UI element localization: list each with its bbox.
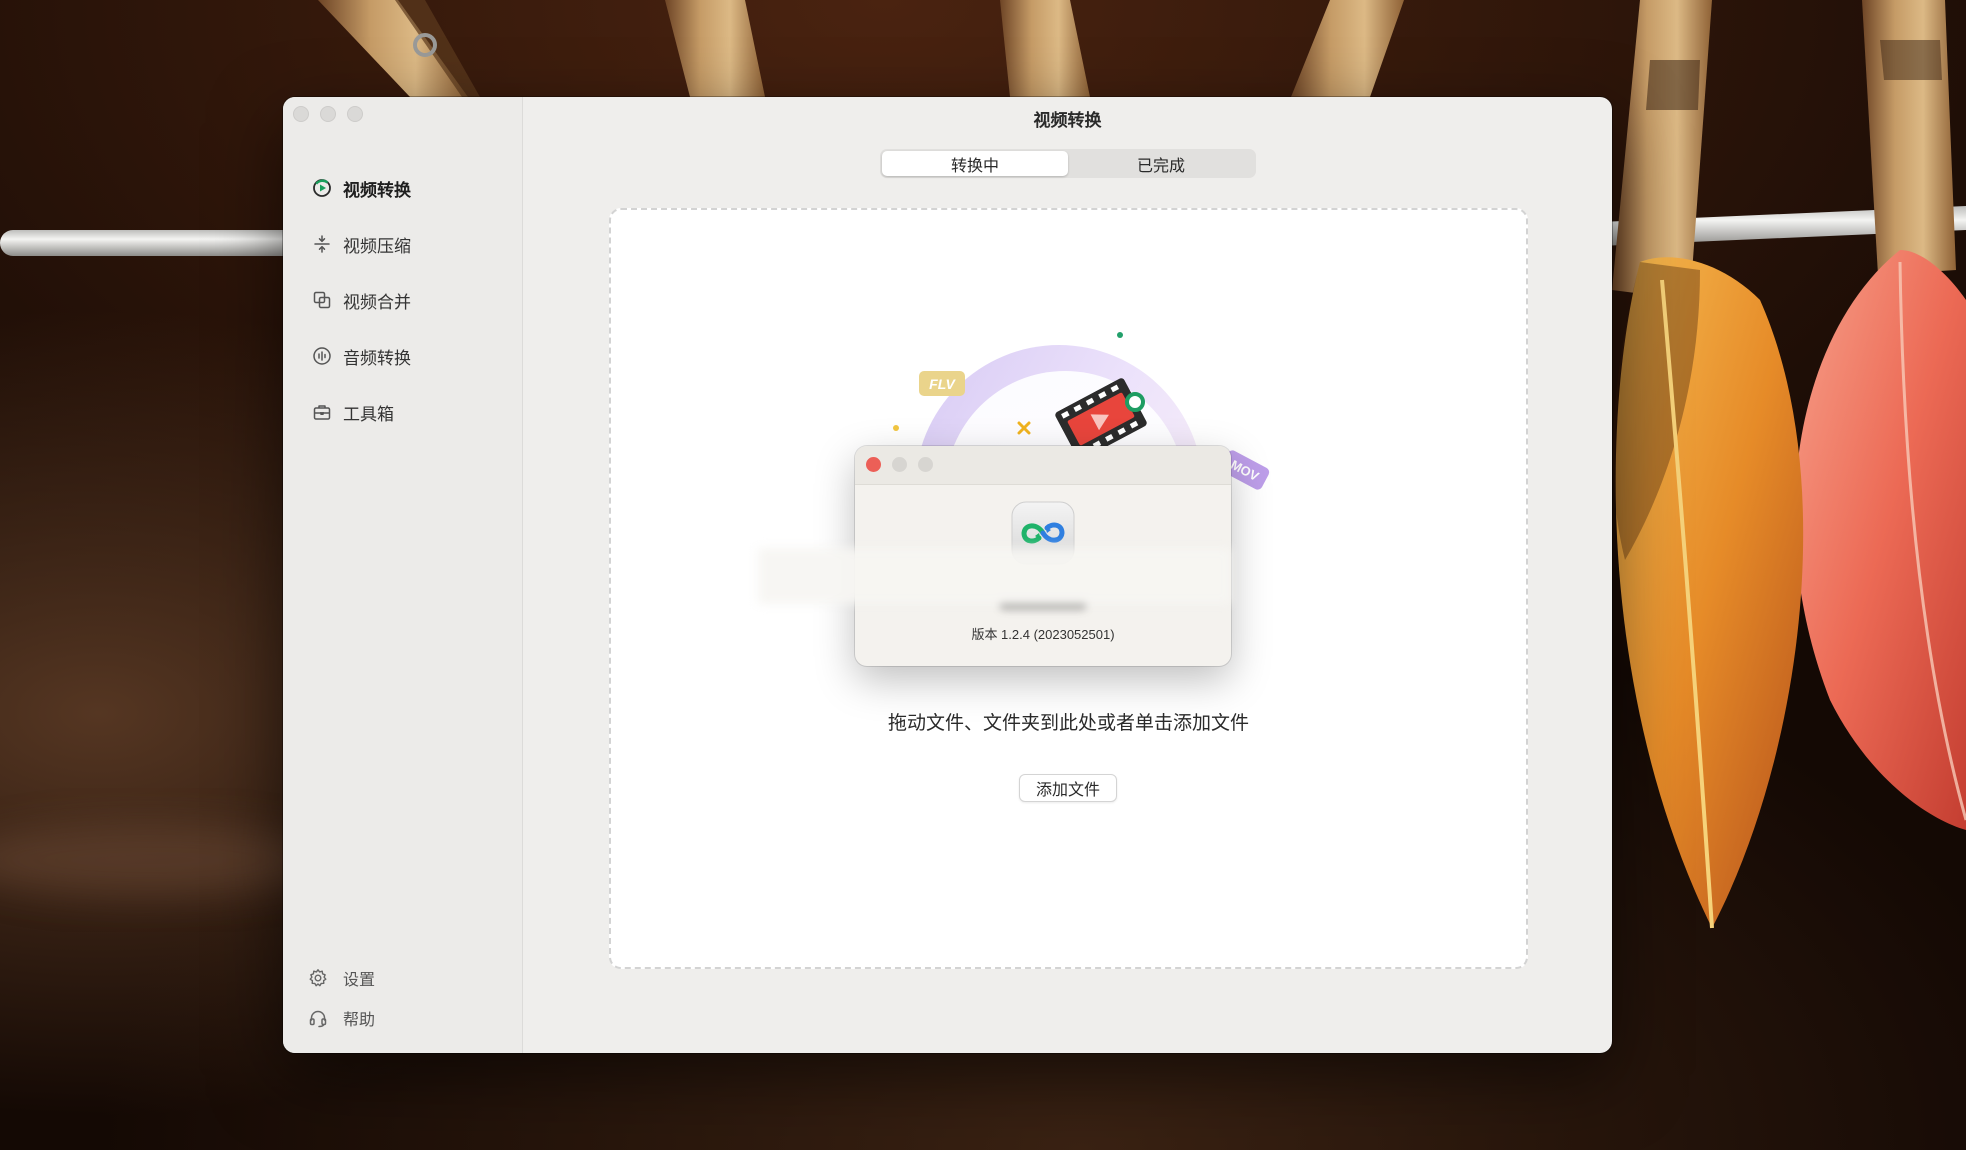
tab-converting[interactable]: 转换中 <box>882 151 1068 176</box>
about-dialog-controls <box>866 457 933 472</box>
close-window-button[interactable] <box>293 106 309 122</box>
merge-icon <box>312 290 332 310</box>
audio-convert-icon <box>312 346 332 366</box>
sidebar-item-label: 视频压缩 <box>343 236 411 256</box>
sidebar-item-label: 音频转换 <box>343 348 411 368</box>
settings-button[interactable]: 设置 <box>283 962 522 994</box>
sidebar-nav: 视频转换 视频压缩 视频合并 音频转换 工具箱 <box>283 168 522 448</box>
drop-hint: 拖动文件、文件夹到此处或者单击添加文件 <box>887 713 1249 734</box>
sidebar-item-video-convert[interactable]: 视频转换 <box>283 168 522 208</box>
settings-label: 设置 <box>343 972 376 989</box>
yellow-dot-decoration <box>893 425 899 431</box>
sidebar-item-video-merge[interactable]: 视频合并 <box>283 280 522 320</box>
sidebar-item-video-compress[interactable]: 视频压缩 <box>283 224 522 264</box>
main-pane: 视频转换 转换中 已完成 FLV MOV 版本 1.2.4 (202305250… <box>523 97 1612 1053</box>
sidebar-item-toolbox[interactable]: 工具箱 <box>283 392 522 432</box>
headset-icon <box>308 1008 328 1028</box>
sidebar-item-audio-convert[interactable]: 音频转换 <box>283 336 522 376</box>
sidebar: 视频转换 视频压缩 视频合并 音频转换 工具箱 设置 帮助 <box>283 97 523 1053</box>
green-dot-decoration <box>1117 332 1123 338</box>
help-label: 帮助 <box>343 1012 376 1029</box>
sidebar-item-label: 工具箱 <box>343 404 394 424</box>
add-file-button[interactable]: 添加文件 <box>1019 774 1117 802</box>
app-window: 视频转换 视频压缩 视频合并 音频转换 工具箱 设置 帮助 视频转换 转换中 已… <box>283 97 1612 1053</box>
about-dialog-titlebar <box>855 446 1231 485</box>
compress-icon <box>312 234 332 254</box>
video-convert-icon <box>312 178 332 198</box>
sidebar-item-label: 视频转换 <box>343 180 411 200</box>
minimize-window-button[interactable] <box>320 106 336 122</box>
toolbox-icon <box>312 402 332 422</box>
sparkle-icon <box>1017 421 1031 435</box>
help-button[interactable]: 帮助 <box>283 1002 522 1034</box>
app-version: 版本 1.2.4 (2023052501) <box>971 627 1115 642</box>
privacy-blur <box>758 548 1231 604</box>
zoom-window-button[interactable] <box>347 106 363 122</box>
window-controls <box>293 106 363 122</box>
sidebar-footer: 设置 帮助 <box>283 962 522 1042</box>
gear-icon <box>308 968 328 988</box>
about-close-button[interactable] <box>866 457 881 472</box>
flv-badge: FLV <box>919 371 965 396</box>
sidebar-item-label: 视频合并 <box>343 292 411 312</box>
status-tabs: 转换中 已完成 <box>880 149 1256 178</box>
about-zoom-button[interactable] <box>918 457 933 472</box>
about-minimize-button[interactable] <box>892 457 907 472</box>
tab-completed[interactable]: 已完成 <box>1068 151 1254 176</box>
green-ring-decoration <box>1125 392 1145 412</box>
window-title: 视频转换 <box>1033 111 1102 130</box>
file-drop-zone[interactable]: FLV MOV 版本 1.2.4 (2023052501) 拖动文件、文件夹到此… <box>609 208 1528 969</box>
